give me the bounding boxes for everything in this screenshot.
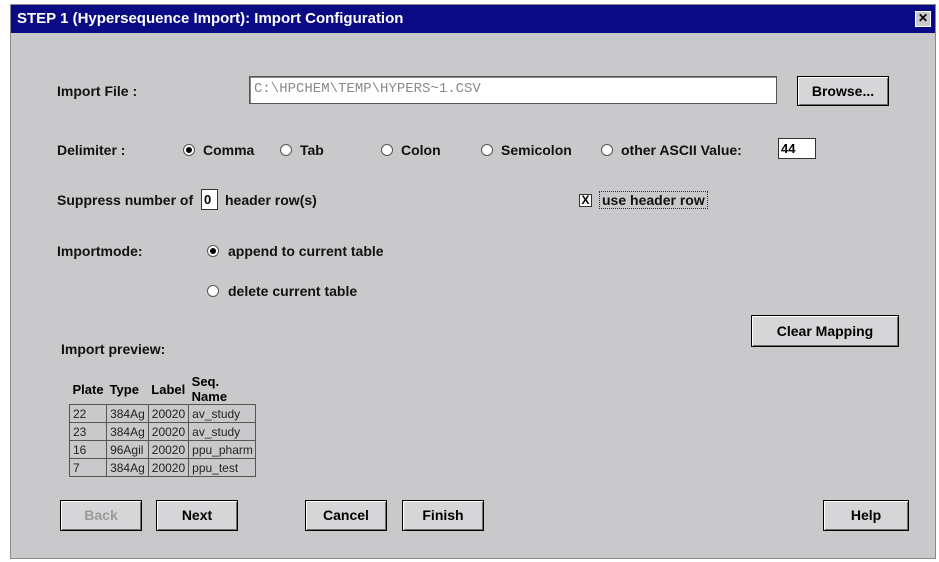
suppress-rows-input[interactable]: 0: [201, 189, 218, 210]
ascii-value-input[interactable]: 44: [778, 138, 816, 159]
table-row[interactable]: 23 384Ag 20020 av_study: [68, 422, 257, 441]
close-icon[interactable]: ✕: [915, 11, 931, 27]
browse-button[interactable]: Browse...: [797, 76, 889, 106]
preview-header-row: Plate Type Label Seq. Name: [70, 374, 256, 405]
table-row[interactable]: 16 96Agil 20020 ppu_pharm: [68, 440, 257, 459]
suppress-prefix-label: Suppress number of: [57, 192, 194, 208]
import-config-dialog: STEP 1 (Hypersequence Import): Import Co…: [10, 4, 936, 559]
cell-plate: 23: [68, 422, 108, 441]
cancel-button[interactable]: Cancel: [305, 500, 387, 531]
finish-button[interactable]: Finish: [402, 500, 484, 531]
import-file-input[interactable]: C:\HPCHEM\TEMP\HYPERS~1.CSV: [249, 76, 777, 104]
use-header-row-label: use header row: [599, 191, 708, 209]
cell-label: 20020: [147, 404, 190, 423]
column-header-plate: Plate: [72, 381, 104, 397]
importmode-append-label: append to current table: [228, 243, 384, 259]
cell-plate: 16: [68, 440, 108, 459]
table-row[interactable]: 22 384Ag 20020 av_study: [68, 404, 257, 423]
delimiter-comma-label: Comma: [203, 142, 255, 158]
suppress-suffix-label: header row(s): [225, 192, 317, 208]
back-button[interactable]: Back: [60, 500, 142, 531]
importmode-append-radio[interactable]: [207, 245, 219, 257]
delimiter-semicolon-radio[interactable]: [481, 144, 493, 156]
cell-plate: 7: [68, 458, 108, 477]
cell-plate: 22: [68, 404, 108, 423]
import-preview-label: Import preview:: [61, 341, 166, 357]
importmode-delete-label: delete current table: [228, 283, 358, 299]
use-header-row-checkbox[interactable]: X: [579, 194, 592, 207]
delimiter-colon-label: Colon: [401, 142, 441, 158]
delimiter-tab-radio[interactable]: [280, 144, 292, 156]
column-header-seq-name: Seq. Name: [191, 374, 228, 404]
delimiter-tab-label: Tab: [300, 142, 324, 158]
cell-type: 384Ag: [106, 422, 149, 441]
delimiter-comma-radio[interactable]: [183, 144, 195, 156]
title-bar: STEP 1 (Hypersequence Import): Import Co…: [11, 5, 935, 33]
delimiter-other-label: other ASCII Value:: [621, 142, 742, 158]
cell-type: 384Ag: [106, 458, 149, 477]
delimiter-label: Delimiter :: [57, 142, 126, 158]
cell-type: 96Agil: [106, 440, 149, 459]
table-row[interactable]: 7 384Ag 20020 ppu_test: [68, 458, 257, 477]
cell-label: 20020: [147, 458, 190, 477]
column-header-type: Type: [109, 381, 139, 397]
cell-seq-name: av_study: [188, 422, 257, 441]
importmode-delete-radio[interactable]: [207, 285, 219, 297]
column-header-label: Label: [151, 381, 186, 397]
cell-type: 384Ag: [106, 404, 149, 423]
cell-seq-name: av_study: [188, 404, 257, 423]
delimiter-other-radio[interactable]: [601, 144, 613, 156]
cell-label: 20020: [147, 422, 190, 441]
delimiter-colon-radio[interactable]: [381, 144, 393, 156]
clear-mapping-button[interactable]: Clear Mapping: [751, 315, 899, 347]
import-preview-table: Plate Type Label Seq. Name 22 384Ag 2002…: [68, 374, 257, 477]
cell-seq-name: ppu_pharm: [188, 440, 257, 459]
import-file-label: Import File :: [57, 83, 138, 99]
help-button[interactable]: Help: [823, 500, 909, 531]
cell-seq-name: ppu_test: [188, 458, 257, 477]
delimiter-semicolon-label: Semicolon: [501, 142, 572, 158]
next-button[interactable]: Next: [156, 500, 238, 531]
importmode-label: Importmode:: [57, 243, 143, 259]
window-title: STEP 1 (Hypersequence Import): Import Co…: [17, 10, 404, 27]
cell-label: 20020: [147, 440, 190, 459]
